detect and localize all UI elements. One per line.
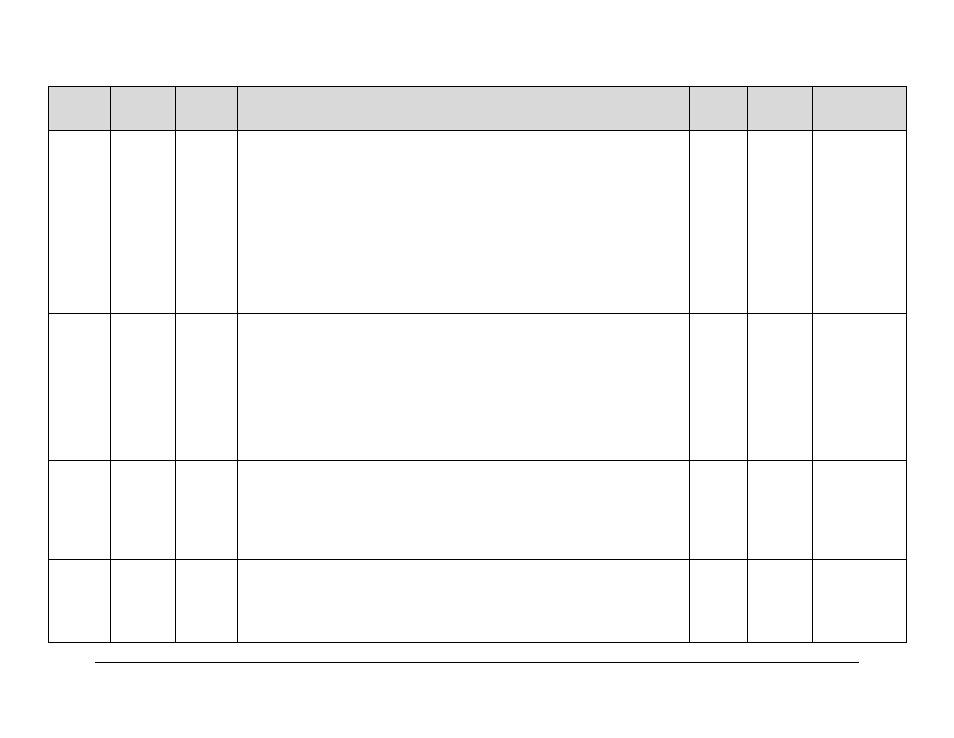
table-header-cell (176, 87, 238, 131)
table-cell (49, 131, 111, 314)
table-cell (176, 131, 238, 314)
table-cell (813, 461, 907, 560)
table-cell (49, 461, 111, 560)
table-cell (49, 314, 111, 461)
table-cell (111, 461, 176, 560)
table-cell (111, 314, 176, 461)
table-cell (176, 560, 238, 643)
table-cell (238, 314, 690, 461)
table-cell (748, 461, 813, 560)
table-header-row (49, 87, 907, 131)
table-cell (176, 461, 238, 560)
table-cell (176, 314, 238, 461)
table-row (49, 314, 907, 461)
table-cell (238, 560, 690, 643)
table-cell (238, 461, 690, 560)
table-row (49, 461, 907, 560)
table-row (49, 131, 907, 314)
table-cell (111, 131, 176, 314)
table-cell (111, 560, 176, 643)
table-cell (748, 560, 813, 643)
footer-divider (95, 662, 859, 663)
table-cell (690, 314, 748, 461)
table-header-cell (690, 87, 748, 131)
table-cell (748, 314, 813, 461)
table-header-cell (111, 87, 176, 131)
table-cell (690, 560, 748, 643)
table-cell (690, 461, 748, 560)
table-cell (748, 131, 813, 314)
table-cell (49, 560, 111, 643)
table-row (49, 560, 907, 643)
table-header-cell (238, 87, 690, 131)
table-cell (813, 560, 907, 643)
table-header-cell (49, 87, 111, 131)
table-cell (813, 131, 907, 314)
table-cell (813, 314, 907, 461)
page (0, 0, 954, 738)
data-table (48, 86, 907, 643)
table-cell (690, 131, 748, 314)
table-header-cell (813, 87, 907, 131)
table-header-cell (748, 87, 813, 131)
table-cell (238, 131, 690, 314)
